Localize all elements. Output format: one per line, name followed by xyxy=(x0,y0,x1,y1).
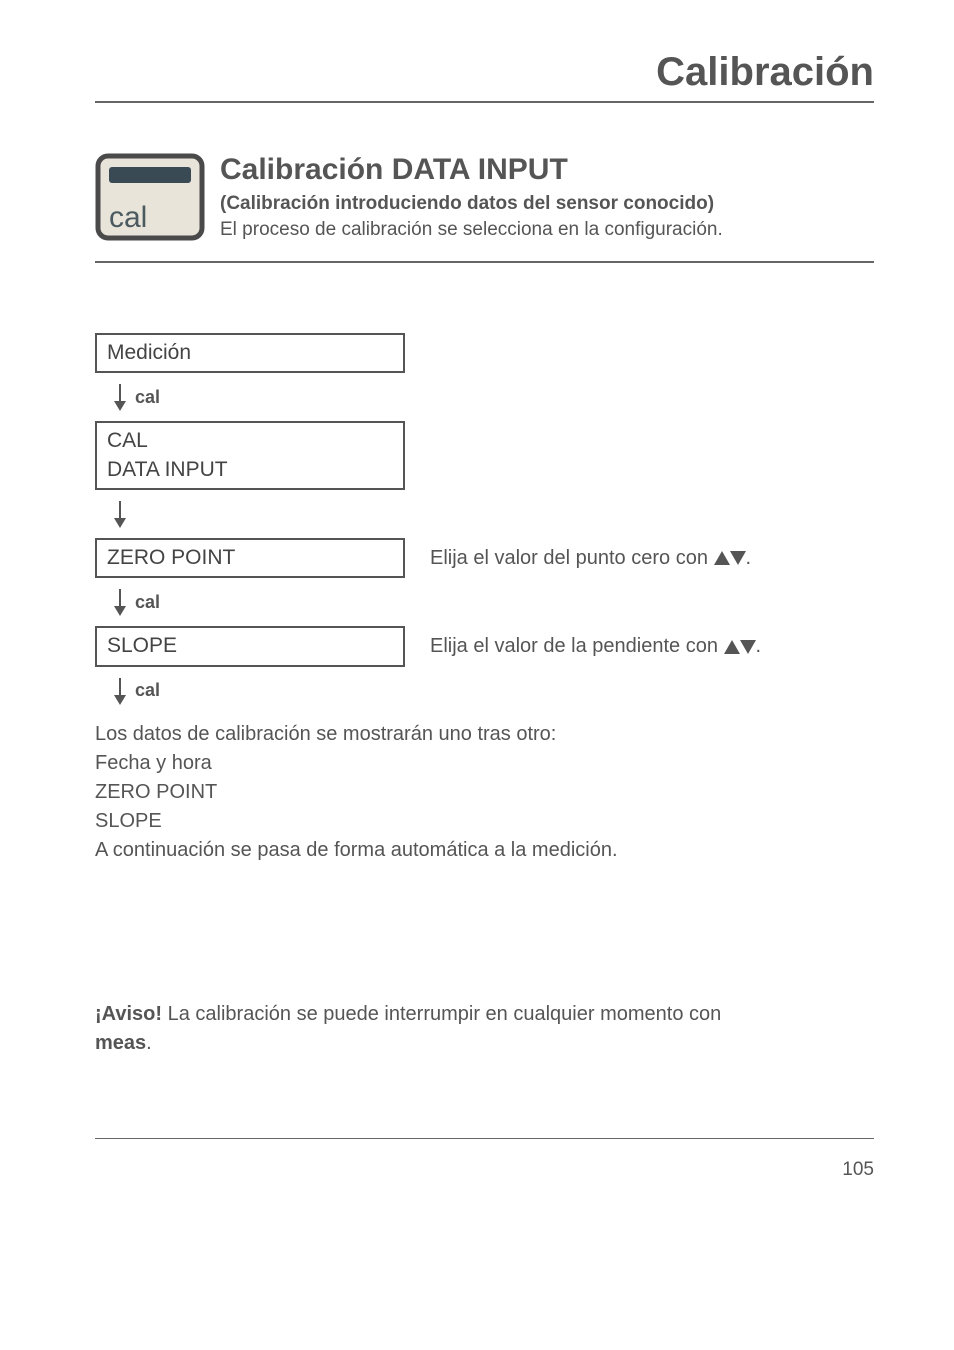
post-line: A continuación se pasa de forma automáti… xyxy=(95,839,618,861)
arrow-cal-2: cal xyxy=(113,587,874,617)
page-number: 105 xyxy=(95,1159,874,1181)
arrow-down-icon xyxy=(113,500,127,528)
side-text-zeropoint: Elija el valor del punto cero con . xyxy=(430,547,751,570)
section-subtitle: Calibración DATA INPUT xyxy=(220,153,874,187)
post-line: SLOPE xyxy=(95,810,162,832)
arrow-label: cal xyxy=(135,387,160,408)
aviso-text: ¡Aviso! La calibración se puede interrum… xyxy=(95,1000,874,1058)
triangle-up-icon xyxy=(714,551,730,565)
post-text: Los datos de calibración se mostrarán un… xyxy=(95,720,874,865)
aviso-bold: ¡Aviso! xyxy=(95,1003,162,1025)
post-line: ZERO POINT xyxy=(95,781,217,803)
side-text-slope: Elija el valor de la pendiente con . xyxy=(430,635,761,658)
arrow-down-icon xyxy=(113,588,127,616)
svg-text:cal: cal xyxy=(109,201,147,234)
triangle-down-icon xyxy=(740,640,756,654)
triangle-up-icon xyxy=(724,640,740,654)
section-desc: El proceso de calibración se selecciona … xyxy=(220,219,874,241)
arrow-cal-1: cal xyxy=(113,382,874,412)
aviso-bold2: meas xyxy=(95,1032,146,1054)
triangle-down-icon xyxy=(730,551,746,565)
arrow-down-icon xyxy=(113,677,127,705)
arrow-down-icon xyxy=(113,383,127,411)
page-title: Calibración xyxy=(95,50,874,103)
section-subsub: (Calibración introduciendo datos del sen… xyxy=(220,193,874,215)
post-line: Los datos de calibración se mostrarán un… xyxy=(95,723,556,745)
footer-divider xyxy=(95,1138,874,1139)
flow-box-cal-datainput: CAL DATA INPUT xyxy=(95,421,405,490)
post-line: Fecha y hora xyxy=(95,752,212,774)
arrow-cal-3: cal xyxy=(113,676,874,706)
header-row: cal Calibración DATA INPUT (Calibración … xyxy=(95,153,874,241)
flow-box-medicion: Medición xyxy=(95,333,405,373)
flow-box-slope: SLOPE xyxy=(95,626,405,666)
box-line1: CAL xyxy=(107,429,148,452)
divider xyxy=(95,261,874,263)
cal-key-icon: cal xyxy=(95,153,205,241)
arrow-label: cal xyxy=(135,680,160,701)
flow-box-zeropoint: ZERO POINT xyxy=(95,538,405,578)
arrow-plain-1 xyxy=(113,499,874,529)
arrow-label: cal xyxy=(135,592,160,613)
box-line2: DATA INPUT xyxy=(107,458,228,481)
